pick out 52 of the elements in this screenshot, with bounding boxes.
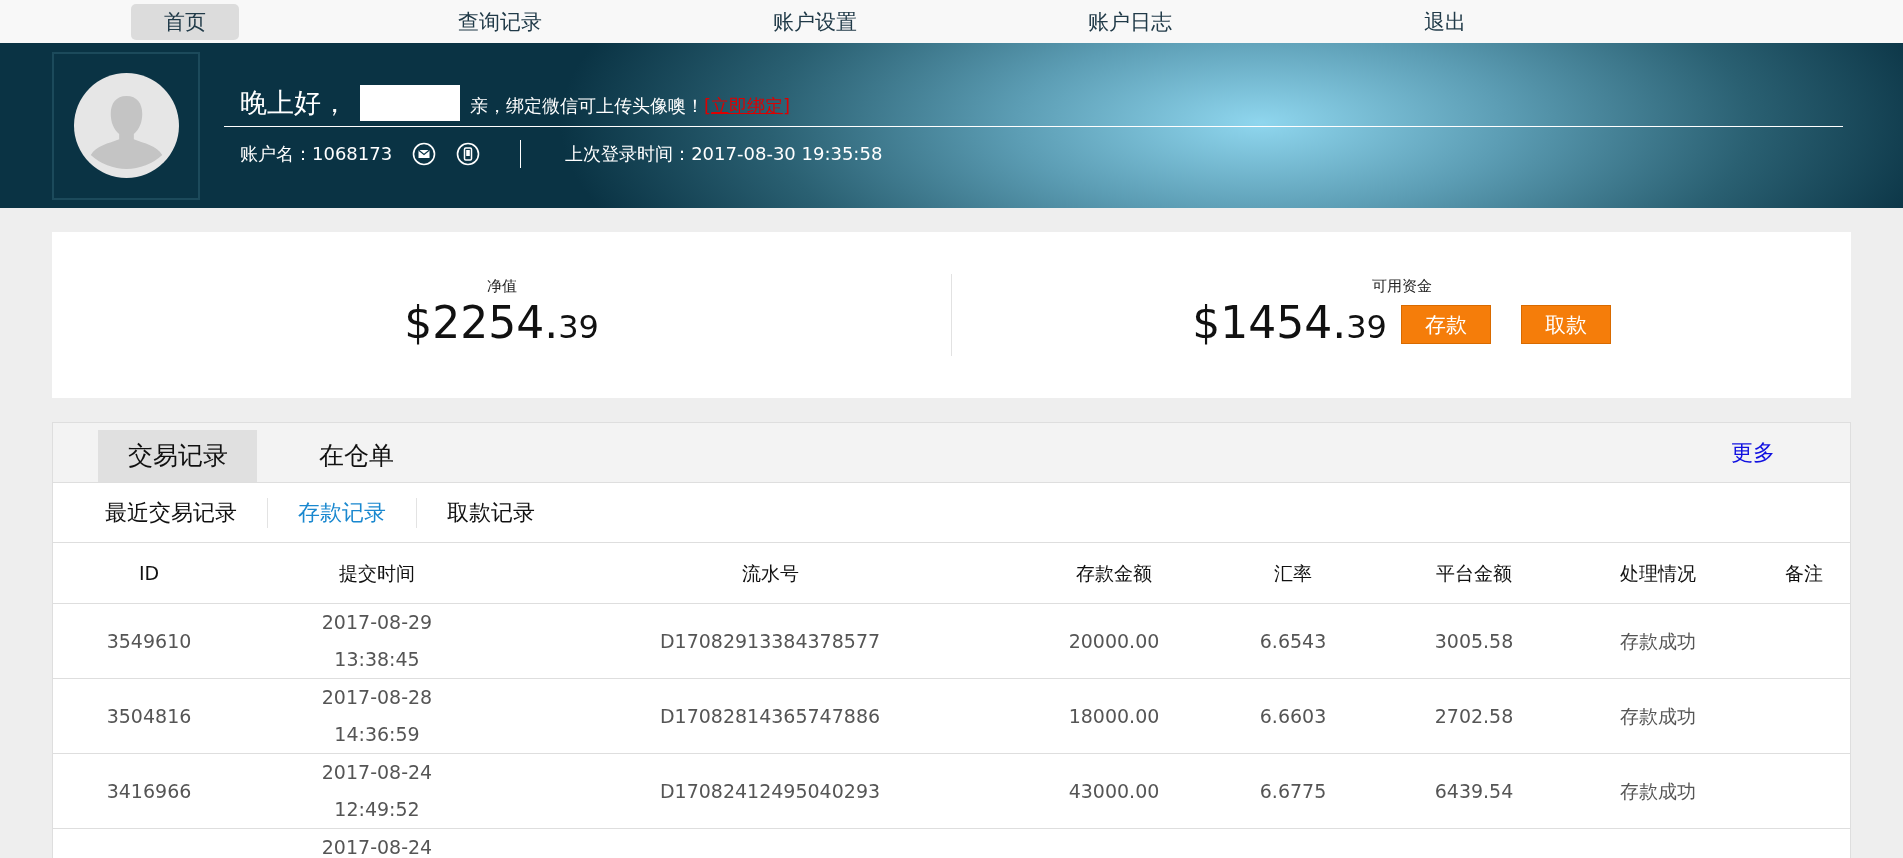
balance-label: 净值 <box>486 276 517 296</box>
table-cell-text: 6.6603 <box>1259 703 1327 729</box>
table-cell-text: 6.6543 <box>1259 628 1327 654</box>
column-header: 汇率 <box>1274 560 1312 586</box>
table-cell-text: 6.6775 <box>1259 778 1327 804</box>
table-cell-text: 43000.00 <box>1068 778 1160 804</box>
table-cell-text: D17082814365747886 <box>659 703 881 729</box>
nav-link[interactable]: 退出 <box>1391 3 1499 40</box>
account-name: 账户名：1068173 <box>240 141 393 166</box>
avatar-icon <box>73 73 179 178</box>
balance-amount: $1454.39 <box>1192 295 1387 350</box>
table-cell-text: D17082913384378577 <box>659 628 881 654</box>
tab[interactable]: 交易记录 <box>98 430 257 482</box>
table-cell-text: 存款成功 <box>1620 628 1696 654</box>
nav-link[interactable]: 账户设置 <box>761 3 869 40</box>
table-cell-text: 2017-08-24 <box>321 835 433 858</box>
column-header: 提交时间 <box>339 560 415 586</box>
column-header: ID <box>138 560 160 586</box>
table-cell-text: 3416966 <box>106 778 192 804</box>
table-cell-text: 2017-08-24 12:49:52 <box>321 760 433 822</box>
phone-icon[interactable] <box>456 141 481 166</box>
last-login-text: 上次登录时间：2017-08-30 19:35:58 <box>565 141 883 166</box>
nav-link[interactable]: 账户日志 <box>1076 3 1184 40</box>
table-cell-text: D17082412495040293 <box>659 778 881 804</box>
greeting-text: 晚上好， <box>240 85 348 120</box>
subtab[interactable]: 最近交易记录 <box>105 497 237 528</box>
table-cell-text: 存款成功 <box>1620 703 1696 729</box>
table-cell-text: 3549610 <box>106 628 192 654</box>
column-header: 处理情况 <box>1620 560 1696 586</box>
balance-amount: $2254.39 <box>404 295 599 350</box>
table-cell-text: 2017-08-28 14:36:59 <box>321 685 433 747</box>
table-cell-text: 2702.58 <box>1434 703 1514 729</box>
table-cell-text: 3504816 <box>106 703 192 729</box>
column-header: 平台金额 <box>1436 560 1512 586</box>
column-header: 流水号 <box>741 560 799 586</box>
more-link[interactable]: 更多 <box>1731 437 1775 468</box>
table-cell-text: 18000.00 <box>1068 703 1160 729</box>
column-header: 存款金额 <box>1076 560 1152 586</box>
subtab[interactable]: 取款记录 <box>447 497 535 528</box>
table-cell-text: 存款成功 <box>1620 778 1696 804</box>
table-cell-text: 2017-08-29 13:38:45 <box>321 610 433 672</box>
subtab[interactable]: 存款记录 <box>298 497 386 528</box>
column-header: 备注 <box>1784 560 1823 586</box>
bind-hint: 亲，绑定微信可上传头像噢！ <box>470 93 704 118</box>
table-cell-text: 3005.58 <box>1434 628 1514 654</box>
balance-label: 可用资金 <box>1371 276 1432 296</box>
tab[interactable]: 在仓单 <box>277 430 436 482</box>
nav-link[interactable]: 首页 <box>131 3 239 40</box>
nav-link[interactable]: 查询记录 <box>446 3 554 40</box>
table-cell-text: 6439.54 <box>1434 778 1514 804</box>
mail-icon[interactable] <box>412 141 437 166</box>
table-cell-text: 20000.00 <box>1068 628 1160 654</box>
